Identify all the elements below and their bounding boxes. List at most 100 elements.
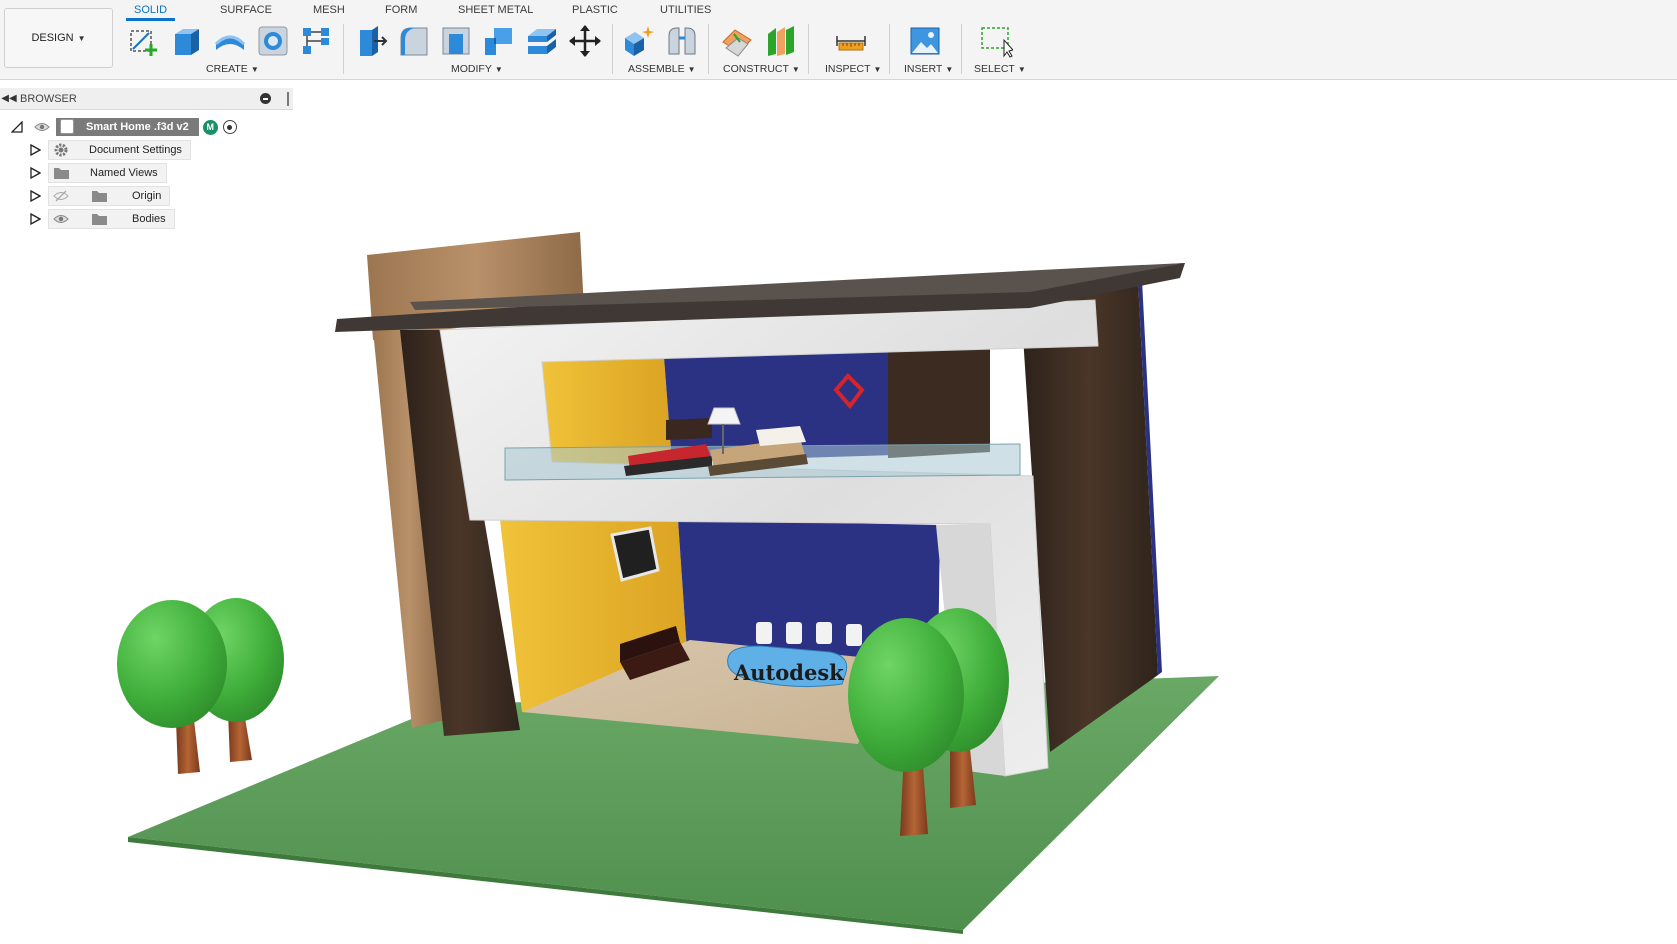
- hole-icon: [258, 26, 288, 56]
- toolbar-divider: [961, 24, 962, 74]
- expand-triangle-icon[interactable]: [28, 212, 42, 226]
- origin-node[interactable]: Origin: [48, 186, 171, 206]
- inspect-menu[interactable]: INSPECT ▼: [825, 63, 881, 75]
- tab-mesh[interactable]: MESH: [313, 2, 345, 18]
- window-select-button[interactable]: [977, 22, 1015, 60]
- gear-icon: [53, 142, 69, 158]
- tree-item-label: Origin: [132, 190, 162, 202]
- tree-left-front[interactable]: [117, 600, 227, 774]
- joint-button[interactable]: [663, 22, 701, 60]
- create-menu[interactable]: CREATE ▼: [206, 63, 259, 75]
- tree-item-label: Document Settings: [89, 144, 182, 156]
- chevron-down-icon: ▼: [1017, 64, 1026, 74]
- resize-handle[interactable]: [287, 92, 289, 106]
- combine-button[interactable]: [480, 22, 518, 60]
- modify-menu[interactable]: MODIFY ▼: [451, 63, 503, 75]
- press-pull-icon: [360, 26, 388, 56]
- move-button[interactable]: [566, 22, 604, 60]
- tab-form[interactable]: FORM: [385, 2, 417, 18]
- assemble-menu[interactable]: ASSEMBLE ▼: [628, 63, 696, 75]
- smart-home-model[interactable]: Autodesk: [0, 80, 1677, 944]
- combine-icon: [485, 28, 512, 55]
- fillet-button[interactable]: [395, 22, 433, 60]
- bodies-node[interactable]: Bodies: [48, 209, 175, 229]
- new-component-button[interactable]: [620, 22, 658, 60]
- midplane-button[interactable]: [762, 22, 800, 60]
- insert-image-button[interactable]: [906, 22, 944, 60]
- wall-tv[interactable]: [610, 526, 660, 582]
- measure-icon: [836, 36, 866, 51]
- tree-row-bodies[interactable]: Bodies: [28, 208, 175, 230]
- shell-button[interactable]: [437, 22, 475, 60]
- expand-triangle-icon[interactable]: [28, 143, 42, 157]
- chevron-down-icon: ▼: [791, 64, 800, 74]
- inspect-menu-label: INSPECT: [825, 63, 871, 75]
- tab-utilities[interactable]: UTILITIES: [660, 2, 711, 18]
- tree-row-named-views[interactable]: Named Views: [28, 162, 167, 184]
- joint-icon: [668, 27, 696, 55]
- document-icon: [60, 119, 74, 134]
- inner-dark-column[interactable]: [888, 348, 990, 458]
- chevron-down-icon: ▼: [687, 64, 696, 74]
- move-icon: [569, 25, 601, 57]
- toolbar-divider: [343, 24, 344, 74]
- tab-plastic[interactable]: PLASTIC: [572, 2, 618, 18]
- select-menu[interactable]: SELECT ▼: [974, 63, 1026, 75]
- tab-solid[interactable]: SOLID: [125, 2, 176, 21]
- chevron-down-icon: ▼: [494, 64, 503, 74]
- midplane-icon: [768, 26, 794, 56]
- chevron-down-icon: ▼: [873, 64, 882, 74]
- autodesk-sign[interactable]: Autodesk: [727, 645, 848, 688]
- press-pull-button[interactable]: [352, 22, 390, 60]
- folder-icon: [53, 166, 70, 180]
- sign-text: Autodesk: [733, 660, 844, 685]
- pin-icon[interactable]: [260, 93, 271, 104]
- workspace-switcher-button[interactable]: DESIGN ▼: [4, 8, 113, 68]
- new-component-icon: [625, 26, 654, 56]
- root-component-label[interactable]: Smart Home .f3d v2: [56, 118, 199, 136]
- hole-button[interactable]: [254, 22, 292, 60]
- chevron-down-icon: ▼: [945, 64, 954, 74]
- browser-header: ◀◀ BROWSER: [0, 88, 293, 110]
- expand-triangle-icon[interactable]: [28, 166, 42, 180]
- construct-menu-label: CONSTRUCT: [723, 63, 789, 75]
- document-settings-node[interactable]: Document Settings: [48, 140, 191, 160]
- extrude-icon: [175, 29, 199, 55]
- tab-sheet-metal[interactable]: SHEET METAL: [458, 2, 533, 18]
- tree-row-origin[interactable]: Origin: [28, 185, 171, 207]
- insert-menu[interactable]: INSERT ▼: [904, 63, 953, 75]
- collapse-panel-icon[interactable]: ◀◀: [0, 93, 18, 104]
- shell-icon: [442, 27, 470, 55]
- revolve-icon: [214, 35, 246, 50]
- browser-title: BROWSER: [20, 92, 77, 105]
- create-sketch-icon: [130, 30, 157, 56]
- assemble-menu-label: ASSEMBLE: [628, 63, 685, 75]
- extrude-button[interactable]: [167, 22, 205, 60]
- named-views-node[interactable]: Named Views: [48, 163, 167, 183]
- eye-icon[interactable]: [53, 213, 69, 225]
- pattern-icon: [303, 28, 329, 54]
- canvas-viewport[interactable]: Autodesk: [0, 80, 1677, 944]
- tree-row-root[interactable]: Smart Home .f3d v2 M: [10, 116, 237, 138]
- collapse-triangle-icon[interactable]: [10, 120, 24, 134]
- pattern-button[interactable]: [297, 22, 335, 60]
- chevron-down-icon: ▼: [250, 64, 259, 74]
- revolve-button[interactable]: [211, 22, 249, 60]
- browser-panel: ◀◀ BROWSER Smart Home .f3d v2 M Document…: [0, 88, 295, 229]
- create-sketch-button[interactable]: [125, 22, 163, 60]
- folder-icon: [91, 189, 108, 203]
- tree-row-document-settings[interactable]: Document Settings: [28, 139, 191, 161]
- eye-icon[interactable]: [34, 121, 50, 133]
- offset-plane-button[interactable]: [718, 22, 756, 60]
- eye-hidden-icon[interactable]: [53, 190, 69, 202]
- activate-radio[interactable]: [222, 120, 237, 134]
- tree-item-label: Bodies: [132, 213, 166, 225]
- tab-surface[interactable]: SURFACE: [220, 2, 272, 18]
- workspace-label: DESIGN: [31, 32, 74, 44]
- toolbar-divider: [612, 24, 613, 74]
- offset-face-button[interactable]: [523, 22, 561, 60]
- measure-button[interactable]: [832, 22, 870, 60]
- expand-triangle-icon[interactable]: [28, 189, 42, 203]
- tree-item-label: Named Views: [90, 167, 158, 179]
- construct-menu[interactable]: CONSTRUCT ▼: [723, 63, 800, 75]
